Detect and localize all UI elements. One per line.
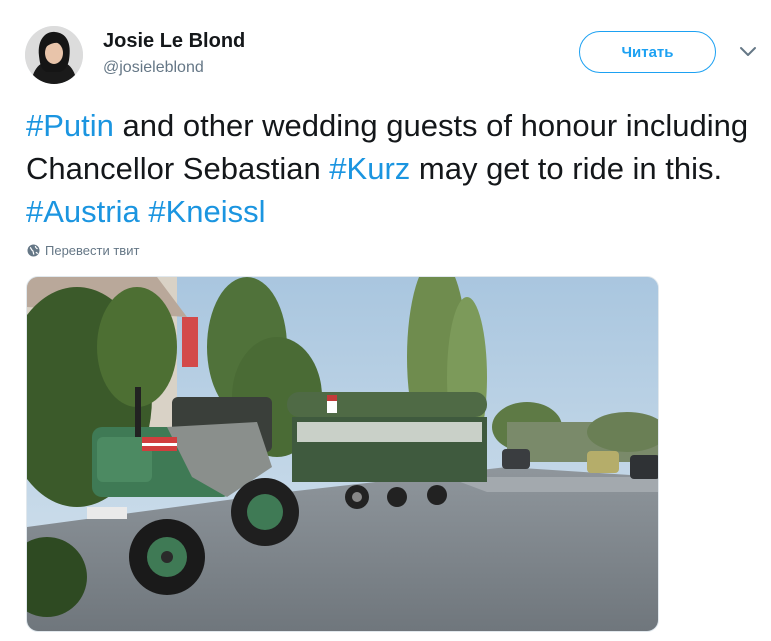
chevron-down-icon[interactable]	[737, 44, 759, 60]
author-avatar[interactable]	[25, 26, 83, 84]
hashtag-austria[interactable]: #Austria	[26, 194, 140, 229]
tweet-text: #Putin and other wedding guests of honou…	[26, 104, 761, 233]
hashtag-kneissl[interactable]: #Kneissl	[148, 194, 265, 229]
author-name[interactable]: Josie Le Blond	[103, 29, 245, 53]
translate-label: Перевести твит	[45, 243, 140, 258]
follow-button[interactable]: Читать	[579, 31, 716, 73]
hashtag-putin[interactable]: #Putin	[26, 108, 114, 143]
globe-icon	[27, 244, 40, 257]
tweet-text-segment: may get to ride in this.	[410, 151, 723, 186]
tweet-photo[interactable]	[26, 276, 659, 632]
hashtag-kurz[interactable]: #Kurz	[329, 151, 410, 186]
author-handle[interactable]: @josieleblond	[103, 58, 204, 78]
translate-link[interactable]: Перевести твит	[27, 243, 139, 258]
